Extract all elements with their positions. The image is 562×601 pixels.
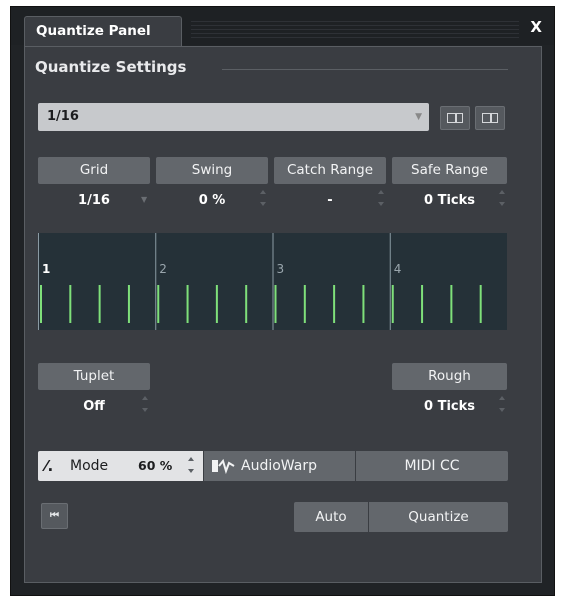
grid-bar-label: 1 <box>42 262 50 276</box>
swing-label: Swing <box>156 157 268 184</box>
safe-range-stepper[interactable] <box>499 190 507 208</box>
swing-value-field[interactable]: 0 % <box>156 191 268 211</box>
rough-value: 0 Ticks <box>424 399 475 414</box>
iterative-mode-icon: ⁄. <box>45 457 54 475</box>
rough-label: Rough <box>392 363 507 390</box>
safe-range-value: 0 Ticks <box>424 193 475 208</box>
tuplet-value: Off <box>83 399 105 414</box>
grid-bar-label: 4 <box>394 262 402 276</box>
grid-value: 1/16 <box>78 193 110 208</box>
mode-label: Mode <box>70 458 109 474</box>
catch-range-value-field[interactable]: - <box>274 191 386 211</box>
tab-quantize-panel[interactable]: Quantize Panel <box>24 16 182 47</box>
grid-bar-label: 2 <box>159 262 167 276</box>
drag-grip[interactable] <box>191 21 519 39</box>
title-bar: Quantize Panel X <box>11 7 554 47</box>
remove-preset-button[interactable] <box>475 106 505 130</box>
tuplet-stepper[interactable] <box>142 396 150 414</box>
tuplet-label: Tuplet <box>38 363 150 390</box>
swing-value: 0 % <box>198 193 226 208</box>
rough-stepper[interactable] <box>499 396 507 414</box>
remove-preset-icon <box>482 113 498 123</box>
iterative-mode-button[interactable]: ⁄. Mode 60 % <box>38 451 203 481</box>
safe-range-label: Safe Range <box>392 157 507 184</box>
section-divider <box>222 69 508 70</box>
catch-range-value: - <box>327 193 333 208</box>
quantize-grid-display[interactable]: 1 2 3 4 <box>38 233 507 330</box>
rough-value-field[interactable]: 0 Ticks <box>392 397 507 417</box>
audiowarp-icon <box>212 458 235 475</box>
safe-range-value-field[interactable]: 0 Ticks <box>392 191 507 211</box>
catch-range-label: Catch Range <box>274 157 386 184</box>
section-title: Quantize Settings <box>35 58 187 76</box>
auto-button[interactable]: Auto <box>294 502 368 532</box>
quantize-button[interactable]: Quantize <box>369 502 508 532</box>
mode-value: 60 % <box>138 458 173 473</box>
swing-stepper[interactable] <box>260 190 268 208</box>
close-icon[interactable]: X <box>530 18 542 36</box>
quantize-panel-window: Quantize Panel X Quantize Settings 1/16 … <box>10 6 555 596</box>
midi-cc-button[interactable]: MIDI CC <box>356 451 508 481</box>
grid-label: Grid <box>38 157 150 184</box>
mode-stepper[interactable] <box>188 457 196 475</box>
grid-ticks: 1 2 3 4 <box>38 233 482 330</box>
save-preset-icon <box>447 113 463 123</box>
grid-bar-label: 3 <box>277 262 285 276</box>
chevron-down-icon[interactable]: ▼ <box>141 195 147 204</box>
chevron-down-icon: ▼ <box>415 112 422 122</box>
audiowarp-button[interactable]: AudioWarp <box>204 451 355 481</box>
save-preset-button[interactable] <box>440 106 470 130</box>
grid-value-dropdown[interactable]: 1/16 <box>38 191 150 211</box>
preset-dropdown[interactable]: 1/16 ▼ <box>38 103 429 131</box>
audiowarp-label: AudioWarp <box>241 458 317 474</box>
preset-value: 1/16 <box>47 109 79 124</box>
midi-cc-label: MIDI CC <box>404 458 460 474</box>
reset-icon[interactable]: ⏮ <box>41 503 68 529</box>
mode-row: ⁄. Mode 60 % AudioWarp MIDI CC <box>38 451 508 481</box>
tuplet-value-field[interactable]: Off <box>38 397 150 417</box>
catch-range-stepper[interactable] <box>378 190 386 208</box>
